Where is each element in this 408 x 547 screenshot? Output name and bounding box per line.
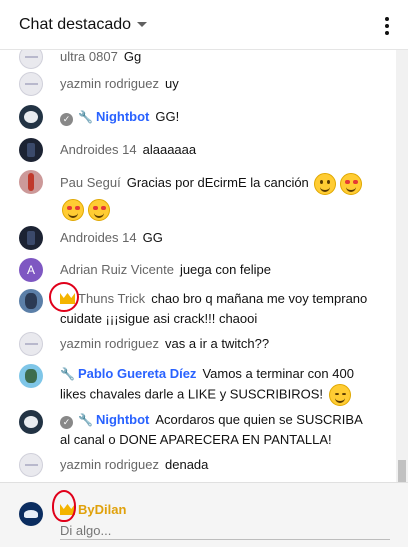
message-text: Gg	[123, 49, 142, 64]
chat-scrollbar[interactable]	[396, 50, 408, 482]
moderator-wrench-icon: 🔧	[78, 413, 93, 427]
verified-icon: ✓	[60, 416, 73, 429]
chat-composer: ByDilan	[0, 482, 408, 547]
chevron-down-icon[interactable]	[137, 22, 148, 27]
moderator-wrench-icon: 🔧	[60, 367, 75, 381]
avatar[interactable]	[19, 410, 43, 434]
author-name[interactable]: Pau Seguí	[60, 175, 121, 190]
message-text: GG!	[155, 109, 180, 124]
red-annotation-circle	[49, 282, 79, 312]
verified-icon: ✓	[60, 113, 73, 126]
heart-eyes-emoji-icon	[88, 198, 110, 221]
message-text: alaaaaaa	[142, 142, 197, 157]
avatar[interactable]	[19, 105, 43, 129]
author-name[interactable]: yazmin rodriguez	[60, 336, 159, 351]
author-name[interactable]: yazmin rodriguez	[60, 76, 159, 91]
avatar[interactable]	[19, 364, 43, 388]
winking-face-emoji-icon	[328, 384, 351, 406]
avatar[interactable]	[19, 332, 43, 356]
message-text: uy	[165, 76, 179, 91]
message-text: GG	[142, 230, 163, 245]
avatar[interactable]: A	[19, 258, 43, 282]
composer-author-name: ByDilan	[78, 502, 127, 517]
avatar[interactable]	[19, 170, 43, 194]
author-name[interactable]: Pablo Guereta Díez	[78, 366, 196, 381]
avatar[interactable]	[19, 453, 43, 477]
heart-eyes-emoji-icon	[340, 172, 363, 195]
chat-mode-title[interactable]: Chat destacado	[19, 16, 131, 34]
author-name[interactable]: Androides 14	[60, 230, 137, 245]
message-text: juega con felipe	[179, 262, 272, 277]
chat-feed[interactable]: ultra 0807 Gg yazmin rodriguez uy ✓ 🔧 Nightb…	[0, 37, 396, 482]
smiling-face-emoji-icon	[314, 172, 337, 195]
chat-message-input[interactable]	[60, 523, 390, 538]
author-name[interactable]: Thuns Trick	[78, 291, 145, 306]
author-name[interactable]: ultra 0807	[60, 49, 118, 64]
input-underline	[60, 539, 390, 540]
message-text: vas a ir a twitch??	[165, 336, 270, 351]
author-name[interactable]: Nightbot	[96, 412, 149, 427]
author-name[interactable]: Adrian Ruiz Vicente	[60, 262, 174, 277]
message-text: Gracias por dEcirmE la canción	[126, 175, 309, 190]
author-name[interactable]: Nightbot	[96, 109, 149, 124]
avatar[interactable]	[19, 138, 43, 162]
avatar[interactable]	[19, 289, 43, 313]
author-name[interactable]: yazmin rodriguez	[60, 457, 159, 472]
author-name[interactable]: Androides 14	[60, 142, 137, 157]
scrollbar-thumb[interactable]	[398, 460, 406, 482]
avatar	[19, 502, 43, 526]
moderator-wrench-icon: 🔧	[78, 110, 93, 124]
avatar[interactable]	[19, 226, 43, 250]
heart-eyes-emoji-icon	[62, 198, 84, 221]
message-text: denada	[165, 457, 209, 472]
red-annotation-circle	[52, 490, 76, 522]
chat-header: Chat destacado	[0, 0, 408, 50]
avatar[interactable]	[19, 72, 43, 96]
more-options-icon[interactable]	[384, 17, 390, 35]
